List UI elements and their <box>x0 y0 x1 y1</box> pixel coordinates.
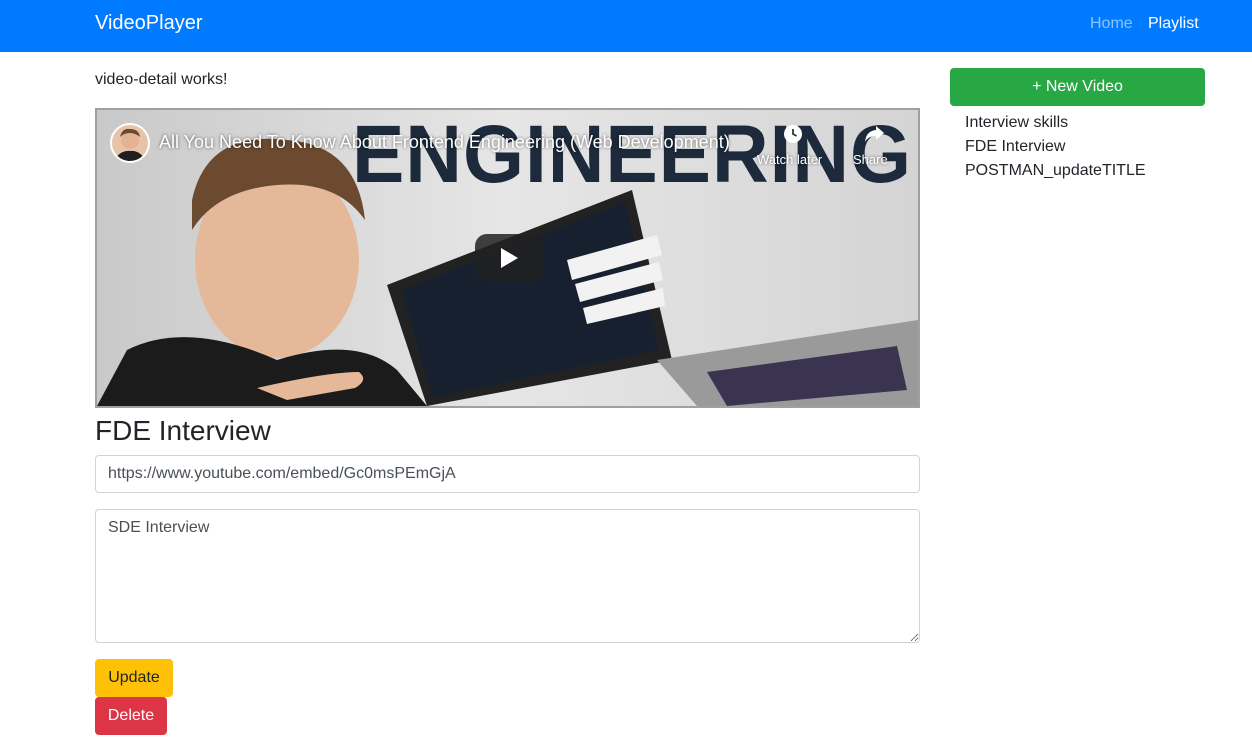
video-url-input[interactable] <box>95 455 920 493</box>
watch-later-label[interactable]: Watch later <box>757 152 822 167</box>
nav-link-playlist[interactable]: Playlist <box>1148 15 1199 33</box>
video-heading: FDE Interview <box>95 415 271 446</box>
video-description-input[interactable]: SDE Interview <box>95 509 920 643</box>
navbar: VideoPlayer Home Playlist <box>0 0 1252 52</box>
clock-icon[interactable] <box>783 124 803 144</box>
share-label[interactable]: Share <box>853 152 888 167</box>
video-player[interactable]: ENGINEERING All You Need To Know About F… <box>95 108 920 408</box>
nav-link-home[interactable]: Home <box>1090 15 1133 33</box>
playlist-item[interactable]: FDE Interview <box>965 135 1146 159</box>
thumbnail-engineering-text: ENGINEERING <box>352 110 912 200</box>
channel-avatar[interactable] <box>110 123 150 163</box>
update-button[interactable]: Update <box>95 659 173 697</box>
playlist-item[interactable]: Interview skills <box>965 111 1146 135</box>
component-status-text: video-detail works! <box>95 71 228 88</box>
playlist: Interview skills FDE Interview POSTMAN_u… <box>965 111 1146 183</box>
delete-button[interactable]: Delete <box>95 697 167 735</box>
play-button[interactable] <box>475 234 543 282</box>
share-icon[interactable] <box>863 124 885 144</box>
video-title[interactable]: All You Need To Know About Frontend Engi… <box>159 132 730 153</box>
brand-link[interactable]: VideoPlayer <box>95 12 202 35</box>
play-icon <box>501 248 518 268</box>
playlist-item[interactable]: POSTMAN_updateTITLE <box>965 159 1146 183</box>
new-video-button[interactable]: + New Video <box>950 68 1205 106</box>
